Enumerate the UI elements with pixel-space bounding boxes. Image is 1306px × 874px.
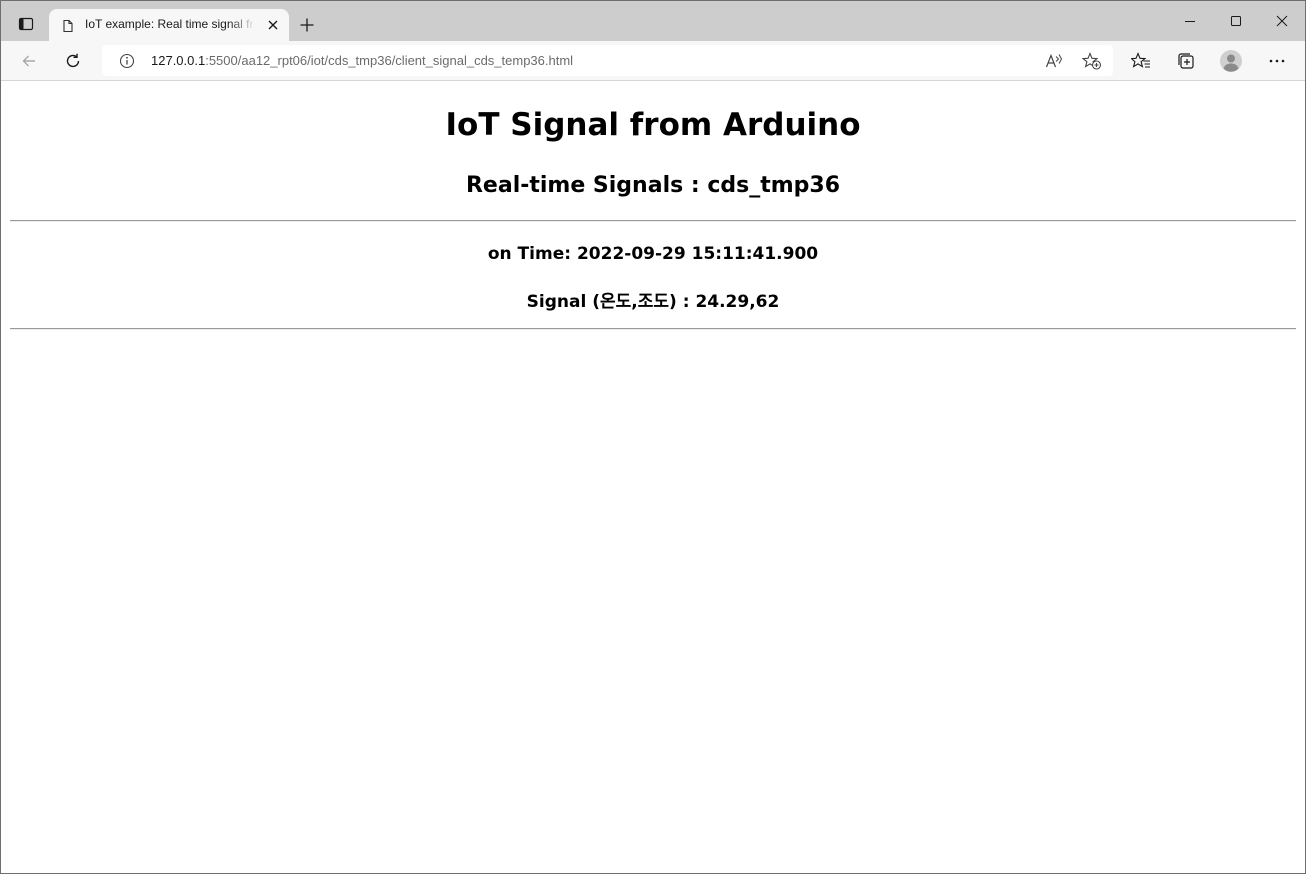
close-icon[interactable] bbox=[1267, 7, 1297, 35]
info-icon[interactable] bbox=[118, 52, 136, 70]
favorites-icon[interactable] bbox=[1128, 48, 1154, 74]
star-plus-icon[interactable] bbox=[1080, 50, 1104, 72]
page-title: IoT Signal from Arduino bbox=[445, 107, 861, 143]
profile-icon[interactable] bbox=[1218, 48, 1244, 74]
time-readout: on Time: 2022-09-29 15:11:41.900 bbox=[1, 244, 1305, 264]
tab-actions-icon[interactable] bbox=[13, 11, 39, 37]
tab-title: IoT example: Real time signal from Ardui… bbox=[85, 17, 255, 31]
read-aloud-icon[interactable] bbox=[1042, 50, 1066, 72]
divider bbox=[10, 220, 1296, 222]
page-icon bbox=[61, 18, 75, 33]
divider bbox=[10, 328, 1296, 330]
maximize-icon[interactable] bbox=[1221, 7, 1251, 35]
page-subtitle: Real-time Signals : cds_tmp36 bbox=[465, 173, 841, 198]
browser-toolbar: 127.0.0.1:5500/aa12_rpt06/iot/cds_tmp36/… bbox=[1, 41, 1305, 81]
plus-icon[interactable] bbox=[295, 13, 319, 37]
reload-icon[interactable] bbox=[60, 48, 86, 74]
tab-strip: IoT example: Real time signal from Ardui… bbox=[1, 1, 1305, 41]
address-bar[interactable]: 127.0.0.1:5500/aa12_rpt06/iot/cds_tmp36/… bbox=[102, 45, 1113, 76]
url-path: :5500/aa12_rpt06/iot/cds_tmp36/client_si… bbox=[205, 53, 574, 68]
signal-value: 24.29,62 bbox=[695, 292, 780, 312]
browser-window: IoT example: Real time signal from Ardui… bbox=[0, 0, 1306, 874]
back-arrow-icon[interactable] bbox=[16, 48, 42, 74]
time-label: on Time: bbox=[487, 244, 577, 264]
url-text[interactable]: 127.0.0.1:5500/aa12_rpt06/iot/cds_tmp36/… bbox=[151, 53, 573, 68]
minimize-icon[interactable] bbox=[1175, 7, 1205, 35]
close-icon[interactable] bbox=[265, 17, 281, 33]
collections-icon[interactable] bbox=[1173, 48, 1199, 74]
signal-label: Signal (온도,조도) : bbox=[526, 292, 696, 312]
active-tab[interactable]: IoT example: Real time signal from Ardui… bbox=[49, 9, 289, 41]
signal-readout: Signal (온도,조도) : 24.29,62 bbox=[1, 287, 1305, 312]
more-icon[interactable] bbox=[1264, 48, 1290, 74]
url-host: 127.0.0.1 bbox=[151, 53, 206, 68]
time-value: 2022-09-29 15:11:41.900 bbox=[576, 244, 819, 264]
page-content: IoT Signal from Arduino Real-time Signal… bbox=[1, 81, 1305, 873]
